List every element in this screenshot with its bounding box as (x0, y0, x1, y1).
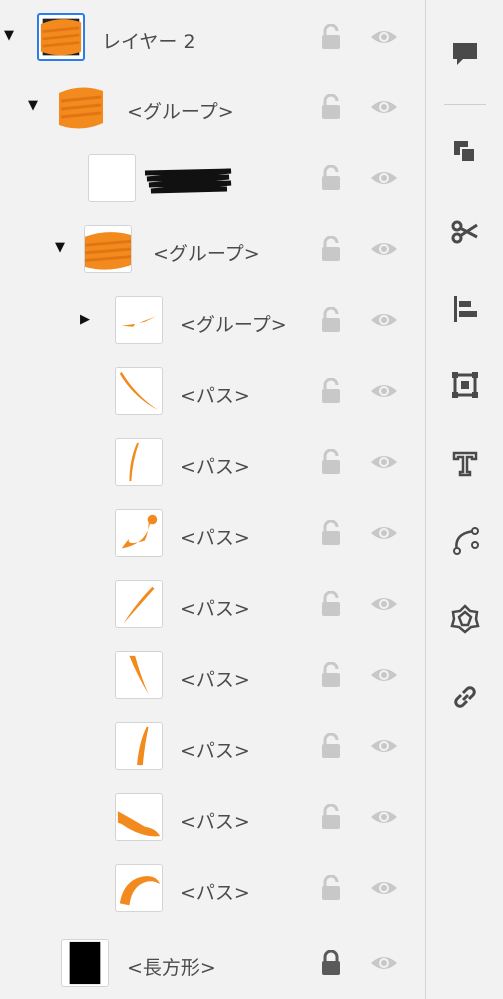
expand-triangle-icon[interactable]: ▶ (80, 313, 90, 326)
layer-name: <パス> (180, 456, 250, 478)
layer-row-path[interactable]: <パス> (0, 782, 425, 853)
visibility-eye-icon[interactable] (370, 523, 398, 543)
visibility-eye-icon[interactable] (370, 953, 398, 973)
toolbar-separator (444, 104, 486, 105)
unlock-icon[interactable] (320, 804, 342, 830)
layer-name: <パス> (180, 598, 250, 620)
layer-row-item[interactable] (0, 143, 425, 214)
layer-thumbnail (88, 154, 136, 202)
layer-thumbnail (57, 83, 105, 131)
visibility-eye-icon[interactable] (370, 239, 398, 259)
unlock-icon[interactable] (320, 591, 342, 617)
link-icon[interactable] (426, 675, 503, 719)
layer-name: <パス> (180, 882, 250, 904)
visibility-eye-icon[interactable] (370, 665, 398, 685)
layer-thumbnail (115, 296, 163, 344)
anchor-point-icon[interactable] (426, 519, 503, 563)
layer-thumbnail (115, 367, 163, 415)
unlock-icon[interactable] (320, 662, 342, 688)
visibility-eye-icon[interactable] (370, 310, 398, 330)
unlock-icon[interactable] (320, 307, 342, 333)
layer-name: <長方形> (127, 957, 216, 979)
layer-row-path[interactable]: <パス> (0, 427, 425, 498)
layer-name: <パス> (180, 811, 250, 833)
unlock-icon[interactable] (320, 875, 342, 901)
layer-row-rectangle[interactable]: <長方形> (0, 924, 425, 995)
unlock-icon[interactable] (320, 236, 342, 262)
visibility-eye-icon[interactable] (370, 736, 398, 756)
collapse-triangle-icon[interactable]: ▼ (28, 99, 38, 112)
visibility-eye-icon[interactable] (370, 452, 398, 472)
layer-row-path[interactable]: <パス> (0, 711, 425, 782)
collapse-triangle-icon[interactable]: ▼ (55, 241, 65, 254)
scissors-icon[interactable] (426, 209, 503, 253)
visibility-eye-icon[interactable] (370, 381, 398, 401)
layer-thumbnail (115, 793, 163, 841)
layer-thumbnail (115, 438, 163, 486)
layer-thumbnail (115, 864, 163, 912)
symbol-icon[interactable] (426, 597, 503, 641)
align-icon[interactable] (426, 287, 503, 331)
layer-name: <グループ> (127, 101, 234, 123)
layer-row-group[interactable]: ▼ <グループ> (0, 72, 425, 143)
unlock-icon[interactable] (320, 94, 342, 120)
layer-thumbnail (115, 509, 163, 557)
layer-row-layer-2[interactable]: ▼ レイヤー 2 (0, 2, 425, 73)
layer-name: <パス> (180, 740, 250, 762)
redacted-name-scribble (144, 168, 232, 194)
visibility-eye-icon[interactable] (370, 97, 398, 117)
layer-row-path[interactable]: <パス> (0, 356, 425, 427)
transform-icon[interactable] (426, 363, 503, 407)
layer-name: <パス> (180, 527, 250, 549)
visibility-eye-icon[interactable] (370, 27, 398, 47)
layer-row-group[interactable]: ▶ <グループ> (0, 285, 425, 356)
unlock-icon[interactable] (320, 520, 342, 546)
visibility-eye-icon[interactable] (370, 594, 398, 614)
visibility-eye-icon[interactable] (370, 878, 398, 898)
layer-name: <グループ> (180, 314, 287, 336)
layer-row-path[interactable]: <パス> (0, 853, 425, 924)
type-icon[interactable] (426, 442, 503, 486)
visibility-eye-icon[interactable] (370, 807, 398, 827)
collapse-triangle-icon[interactable]: ▼ (4, 29, 14, 42)
layers-panel: ▼ レイヤー 2 ▼ <グループ> ▼ <グループ> ▶ <グループ> <パス>… (0, 0, 425, 999)
layer-thumbnail (115, 580, 163, 628)
unlock-icon[interactable] (320, 449, 342, 475)
unlock-icon[interactable] (320, 165, 342, 191)
layer-name: <パス> (180, 385, 250, 407)
layer-row-path[interactable]: <パス> (0, 498, 425, 569)
comment-icon[interactable] (426, 32, 503, 76)
unlock-icon[interactable] (320, 24, 342, 50)
layer-row-path[interactable]: <パス> (0, 640, 425, 711)
layer-thumbnail (115, 651, 163, 699)
layer-name: <パス> (180, 669, 250, 691)
layer-row-path[interactable]: <パス> (0, 569, 425, 640)
lock-icon[interactable] (320, 950, 342, 976)
layer-name: レイヤー 2 (102, 31, 196, 53)
visibility-eye-icon[interactable] (370, 168, 398, 188)
unlock-icon[interactable] (320, 378, 342, 404)
arrange-icon[interactable] (426, 130, 503, 174)
layer-thumbnail (84, 225, 132, 273)
unlock-icon[interactable] (320, 733, 342, 759)
layer-thumbnail (37, 13, 85, 61)
layer-thumbnail (61, 939, 109, 987)
layer-row-group[interactable]: ▼ <グループ> (0, 214, 425, 285)
layer-name: <グループ> (153, 243, 260, 265)
right-toolbar (426, 0, 503, 999)
layer-thumbnail (115, 722, 163, 770)
